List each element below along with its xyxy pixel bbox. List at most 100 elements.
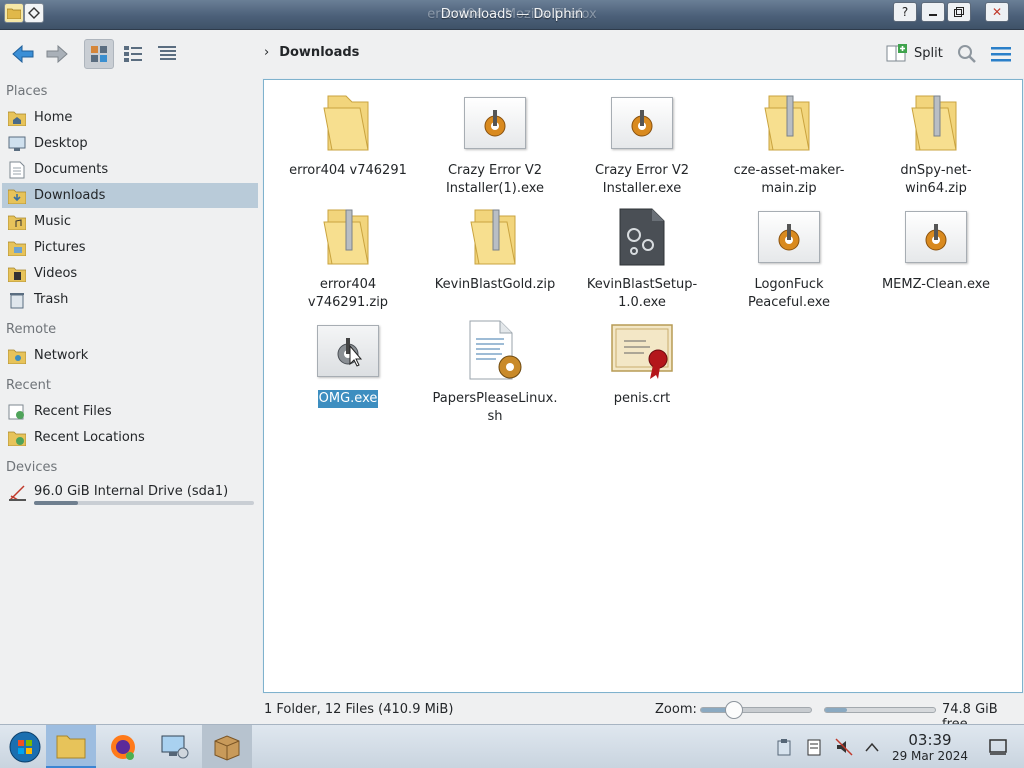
file-item-penis-crt[interactable]: penis.crt [572, 316, 712, 408]
sidebar-item-trash[interactable]: Trash [2, 287, 258, 312]
shell-script-icon [460, 316, 530, 386]
file-item-crazy-error-installer-1[interactable]: Crazy Error V2 Installer(1).exe [425, 88, 565, 198]
drive-usage-fill [34, 501, 78, 505]
file-name: KevinBlastSetup-1.0.exe [586, 277, 698, 310]
window-title: error404 — Mozilla Firefox Downloads — D… [0, 7, 1024, 22]
file-item-dnspy-zip[interactable]: dnSpy-net-win64.zip [866, 88, 1006, 198]
file-item-folder-error404[interactable]: error404 v746291 [278, 88, 418, 180]
status-summary: 1 Folder, 12 Files (410.9 MiB) [264, 702, 454, 717]
breadcrumb[interactable]: › Downloads [264, 45, 359, 60]
file-name: MEMZ-Clean.exe [881, 277, 991, 292]
sidebar-item-label: Recent Locations [34, 430, 145, 445]
compact-view-button[interactable] [118, 39, 148, 69]
zoom-slider-handle[interactable] [725, 701, 743, 719]
hamburger-menu-button[interactable] [986, 39, 1016, 69]
firefox-icon [111, 735, 135, 760]
monitor-settings-icon [161, 735, 189, 759]
file-name: penis.crt [613, 391, 671, 406]
videos-folder-icon [8, 265, 26, 283]
file-name: dnSpy-net-win64.zip [900, 163, 972, 196]
executable-dark-icon [607, 202, 677, 272]
window-titlebar: error404 — Mozilla Firefox Downloads — D… [0, 0, 1024, 30]
clipboard-icon[interactable] [774, 737, 794, 757]
sidebar-item-downloads[interactable]: Downloads [2, 183, 258, 208]
hamburger-icon [991, 47, 1011, 62]
sidebar-item-videos[interactable]: Videos [2, 261, 258, 286]
network-folder-icon [8, 347, 26, 365]
sidebar-item-label: 96.0 GiB Internal Drive (sda1) [34, 484, 229, 499]
notes-icon[interactable] [804, 737, 824, 757]
file-item-omg-exe[interactable]: OMG.exe [278, 316, 418, 408]
toolbar: › Downloads Split [0, 30, 1024, 78]
maximize-button[interactable] [947, 2, 971, 22]
trash-icon [8, 291, 26, 309]
tray-expand-chevron-icon[interactable] [862, 737, 882, 757]
exe-gear-icon [607, 88, 677, 158]
sidebar-item-label: Desktop [34, 136, 88, 151]
sidebar-item-music[interactable]: Music [2, 209, 258, 234]
sidebar-item-label: Trash [34, 292, 69, 307]
taskbar-package-installer[interactable] [202, 725, 252, 768]
clock-date: 29 Mar 2024 [891, 749, 969, 763]
package-box-icon [214, 735, 240, 761]
file-name: cze-asset-maker-main.zip [733, 163, 845, 196]
show-desktop-icon[interactable] [988, 737, 1008, 757]
file-item-crazy-error-installer[interactable]: Crazy Error V2 Installer.exe [572, 88, 712, 198]
sidebar-item-recent-locations[interactable]: Recent Locations [2, 425, 258, 450]
clock-time: 03:39 [908, 731, 952, 749]
file-item-kevinblastsetup-exe[interactable]: KevinBlastSetup-1.0.exe [572, 202, 712, 312]
icons-view-button[interactable] [84, 39, 114, 69]
file-item-memz-clean-exe[interactable]: MEMZ-Clean.exe [866, 202, 1006, 294]
forward-button[interactable] [42, 39, 72, 69]
details-view-icon [158, 46, 176, 60]
file-item-logonfuck-exe[interactable]: LogonFuck Peaceful.exe [719, 202, 859, 312]
back-button[interactable] [8, 39, 38, 69]
file-name-selected: OMG.exe [317, 390, 379, 408]
section-title-devices: Devices [6, 460, 58, 475]
zoom-slider[interactable] [700, 701, 812, 719]
desktop-icon [8, 135, 26, 153]
file-item-error404-zip[interactable]: error404 v746291.zip [278, 202, 418, 312]
certificate-icon [607, 316, 677, 386]
sidebar-item-recent-files[interactable]: Recent Files [2, 399, 258, 424]
file-item-kevinblastgold-zip[interactable]: KevinBlastGold.zip [425, 202, 565, 294]
clock[interactable]: 03:39 29 Mar 2024 [890, 731, 970, 763]
disk-usage-bar [824, 707, 936, 713]
file-name: Crazy Error V2 Installer(1).exe [445, 163, 545, 196]
sidebar-item-pictures[interactable]: Pictures [2, 235, 258, 260]
recent-files-icon [8, 403, 26, 421]
file-view[interactable]: error404 v746291 Crazy Error V2 Installe… [263, 79, 1023, 693]
exe-gear-icon [754, 202, 824, 272]
search-button[interactable] [952, 39, 982, 69]
breadcrumb-current[interactable]: Downloads [279, 45, 359, 60]
taskbar-dolphin[interactable] [46, 725, 96, 768]
close-button[interactable]: ✕ [985, 2, 1009, 22]
status-bar: 1 Folder, 12 Files (410.9 MiB) Zoom: 74.… [0, 694, 1024, 732]
file-name: PapersPleaseLinux.sh [432, 391, 558, 424]
disk-usage-fill [825, 708, 847, 712]
sidebar-item-network[interactable]: Network [2, 343, 258, 368]
sidebar-item-label: Pictures [34, 240, 86, 255]
taskbar-firefox[interactable] [98, 725, 148, 768]
volume-muted-icon[interactable] [834, 737, 854, 757]
recent-locations-icon [8, 429, 26, 447]
music-folder-icon [8, 213, 26, 231]
help-button[interactable]: ? [893, 2, 917, 22]
file-item-paperspleaselinux-sh[interactable]: PapersPleaseLinux.sh [425, 316, 565, 426]
sidebar-item-home[interactable]: Home [2, 105, 258, 130]
compact-view-icon [124, 46, 142, 62]
zip-folder-icon [460, 202, 530, 272]
sidebar-item-documents[interactable]: Documents [2, 157, 258, 182]
details-view-button[interactable] [152, 39, 182, 69]
taskbar-system-settings[interactable] [150, 725, 200, 768]
split-button[interactable]: Split [886, 43, 943, 63]
sidebar-item-internal-drive[interactable]: 96.0 GiB Internal Drive (sda1) [2, 481, 258, 509]
sidebar-item-label: Recent Files [34, 404, 112, 419]
split-label: Split [914, 45, 943, 61]
sidebar-item-label: Music [34, 214, 71, 229]
minimize-button[interactable] [921, 2, 945, 22]
file-item-cze-asset-maker-zip[interactable]: cze-asset-maker-main.zip [719, 88, 859, 198]
zip-folder-icon [901, 88, 971, 158]
start-menu-button[interactable] [0, 725, 50, 768]
sidebar-item-desktop[interactable]: Desktop [2, 131, 258, 156]
